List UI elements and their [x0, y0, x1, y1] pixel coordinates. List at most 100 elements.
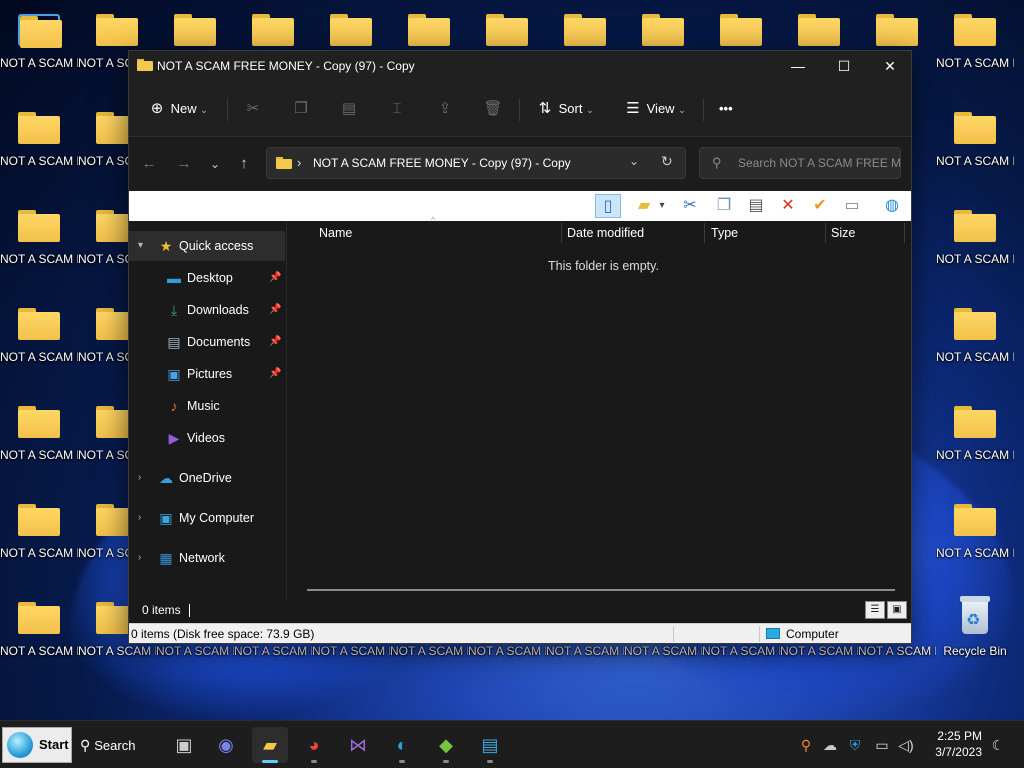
- desktop-folder-icon[interactable]: NOT A SCAM FREE MONE...: [0, 496, 78, 588]
- column-header-date-modified[interactable]: Date modified: [537, 221, 703, 245]
- chevron-down-icon[interactable]: ⌄: [629, 154, 639, 168]
- globe-icon: ◍: [885, 197, 899, 214]
- desktop-folder-icon[interactable]: NOT A SCAM FREE MONE...: [0, 300, 78, 392]
- column-divider[interactable]: [904, 223, 905, 243]
- task-view-button[interactable]: ▣: [166, 727, 202, 763]
- chevron-right-icon[interactable]: ›: [138, 463, 141, 493]
- delete-tool-button[interactable]: ✕: [775, 194, 801, 218]
- folder-options-dropdown[interactable]: ▾: [655, 194, 669, 218]
- refresh-icon[interactable]: ↻: [661, 153, 673, 170]
- desktop-folder-icon[interactable]: NOT A SCAM FREE MONE...: [0, 594, 78, 686]
- recent-locations-button[interactable]: ⌄: [203, 152, 227, 176]
- cut-button[interactable]: ✂: [243, 95, 263, 123]
- large-icons-view-button[interactable]: ▣: [887, 601, 907, 619]
- copy-icon: ❐: [294, 100, 308, 117]
- nav-item-documents[interactable]: ▤ Documents 📌: [129, 327, 285, 357]
- nav-item-network[interactable]: › ▦ Network: [129, 543, 285, 573]
- folder-icon: [330, 14, 372, 46]
- share-button[interactable]: ⇪: [435, 95, 455, 123]
- desktop-folder-icon[interactable]: NOT A SCAM FREE MON...: [0, 398, 78, 490]
- notepad-icon: ▤: [481, 735, 499, 755]
- chevron-right-icon[interactable]: ›: [138, 503, 141, 533]
- network-tool-button[interactable]: ◍: [879, 194, 905, 218]
- task-view-icon: ▣: [175, 735, 193, 755]
- back-button[interactable]: ←: [137, 152, 161, 176]
- copy-icon: ❐: [716, 197, 732, 214]
- maximize-button[interactable]: ☐: [821, 51, 867, 81]
- copy-button[interactable]: ❐: [291, 95, 311, 123]
- nav-item-downloads[interactable]: ⤓ Downloads 📌: [129, 295, 285, 325]
- desktop-folder-icon[interactable]: NOT A SCAM FREE MON...: [936, 202, 1014, 294]
- nav-item-pictures[interactable]: ▣ Pictures 📌: [129, 359, 285, 389]
- view-button[interactable]: ☰ View ⌄: [623, 95, 685, 123]
- volume-icon[interactable]: ◁): [896, 735, 916, 755]
- desktop-folder-icon[interactable]: NOT A SCAM FREE MON...: [936, 6, 1014, 98]
- paste-tool-button[interactable]: ▤: [743, 194, 769, 218]
- teams-chat-button[interactable]: ◉: [208, 727, 244, 763]
- network-tray-icon[interactable]: ▭: [872, 735, 892, 755]
- column-header-size[interactable]: Size: [801, 221, 901, 245]
- details-view-button[interactable]: ☰: [865, 601, 885, 619]
- column-header-type[interactable]: Type: [681, 221, 801, 245]
- chrome-taskbar-button[interactable]: ◕: [296, 727, 332, 763]
- chevron-right-icon[interactable]: ›: [138, 543, 141, 573]
- game-taskbar-button[interactable]: ◆: [428, 727, 464, 763]
- file-explorer-taskbar-button[interactable]: ▰: [252, 727, 288, 763]
- search-input[interactable]: ⚲ Search NOT A SCAM FREE M...: [699, 147, 901, 179]
- onedrive-tray-icon[interactable]: ☁: [820, 735, 840, 755]
- search-tray-icon[interactable]: ⚲: [796, 735, 816, 755]
- nav-item-videos[interactable]: ▶ Videos: [129, 423, 285, 453]
- nav-item-quick-access[interactable]: ▾ ★ Quick access: [129, 231, 285, 261]
- new-button[interactable]: ⊕ New ⌄: [147, 95, 208, 123]
- address-bar[interactable]: › NOT A SCAM FREE MONEY - Copy (97) - Co…: [266, 147, 686, 179]
- forward-button[interactable]: →: [172, 152, 196, 176]
- notepad-taskbar-button[interactable]: ▤: [472, 727, 508, 763]
- windows-orb-icon: [7, 732, 33, 758]
- preview-pane-button[interactable]: ▯: [595, 194, 621, 218]
- desktop-folder-icon[interactable]: NOT A SCAM FREE MON...: [936, 104, 1014, 196]
- horizontal-scrollbar[interactable]: [307, 589, 895, 591]
- desktop-folder-icon[interactable]: NOT A SCAM FREE MON...: [936, 398, 1014, 490]
- security-shield-icon[interactable]: ⛨: [845, 735, 865, 755]
- more-options-button[interactable]: •••: [719, 95, 733, 123]
- taskbar: Start ⚲ Search ▣ ◉ ▰ ◕ ⋈ ◐ ◆ ▤ ⚲ ☁ ⛨ ▭ ◁)…: [0, 720, 1024, 768]
- item-count: 0 items: [142, 603, 181, 617]
- cut-tool-button[interactable]: ✂: [677, 194, 703, 218]
- delete-button[interactable]: 🗑: [483, 95, 503, 123]
- pictures-icon: ▣: [167, 366, 181, 382]
- nav-item-my-computer[interactable]: › ▣ My Computer: [129, 503, 285, 533]
- properties-tool-button[interactable]: ▭: [839, 194, 865, 218]
- file-list[interactable]: ^ Name Date modified Type Size This fold…: [289, 215, 911, 601]
- desktop-folder-icon[interactable]: NOT A SCAM FREE MON...: [0, 6, 78, 98]
- minimize-button[interactable]: —: [775, 51, 821, 81]
- up-button[interactable]: ↑: [232, 152, 256, 176]
- folder-icon: [18, 406, 60, 438]
- nav-item-music[interactable]: ♪ Music: [129, 391, 285, 421]
- taskbar-search-button[interactable]: ⚲ Search: [80, 731, 135, 759]
- apply-tool-button[interactable]: ✔: [807, 194, 833, 218]
- desktop-folder-icon[interactable]: NOT A SCAM FREE MONE...: [936, 300, 1014, 392]
- copy-tool-button[interactable]: ❐: [711, 194, 737, 218]
- nav-item-desktop[interactable]: ▬ Desktop 📌: [129, 263, 285, 293]
- start-button[interactable]: Start: [2, 727, 72, 763]
- recycle-bin[interactable]: ♻ Recycle Bin: [936, 594, 1014, 686]
- chevron-down-icon[interactable]: ▾: [138, 231, 143, 261]
- rename-button[interactable]: ⌶: [387, 95, 407, 123]
- folder-options-button[interactable]: ▰: [631, 194, 657, 218]
- desktop-folder-icon[interactable]: NOT A SCAM FREE MON...: [0, 202, 78, 294]
- folder-icon: [564, 14, 606, 46]
- desktop-folder-icon[interactable]: NOT A SCAM FREE MONE...: [0, 104, 78, 196]
- title-bar[interactable]: NOT A SCAM FREE MONEY - Copy (97) - Copy…: [129, 51, 911, 81]
- status-divider: [189, 604, 190, 617]
- paste-button[interactable]: ▤: [339, 95, 359, 123]
- folder-icon: [954, 504, 996, 536]
- close-button[interactable]: ✕: [867, 51, 913, 81]
- visual-studio-taskbar-button[interactable]: ⋈: [340, 727, 376, 763]
- system-clock[interactable]: 2:25 PM 3/7/2023: [930, 728, 982, 760]
- focus-moon-icon[interactable]: ☾: [988, 735, 1008, 755]
- column-header-name[interactable]: Name: [289, 221, 561, 245]
- nav-item-onedrive[interactable]: › ☁ OneDrive: [129, 463, 285, 493]
- sort-button[interactable]: ⇅ Sort ⌄: [535, 95, 594, 123]
- desktop-folder-icon[interactable]: NOT A SCAM FREE MONE...: [936, 496, 1014, 588]
- edge-taskbar-button[interactable]: ◐: [384, 727, 420, 763]
